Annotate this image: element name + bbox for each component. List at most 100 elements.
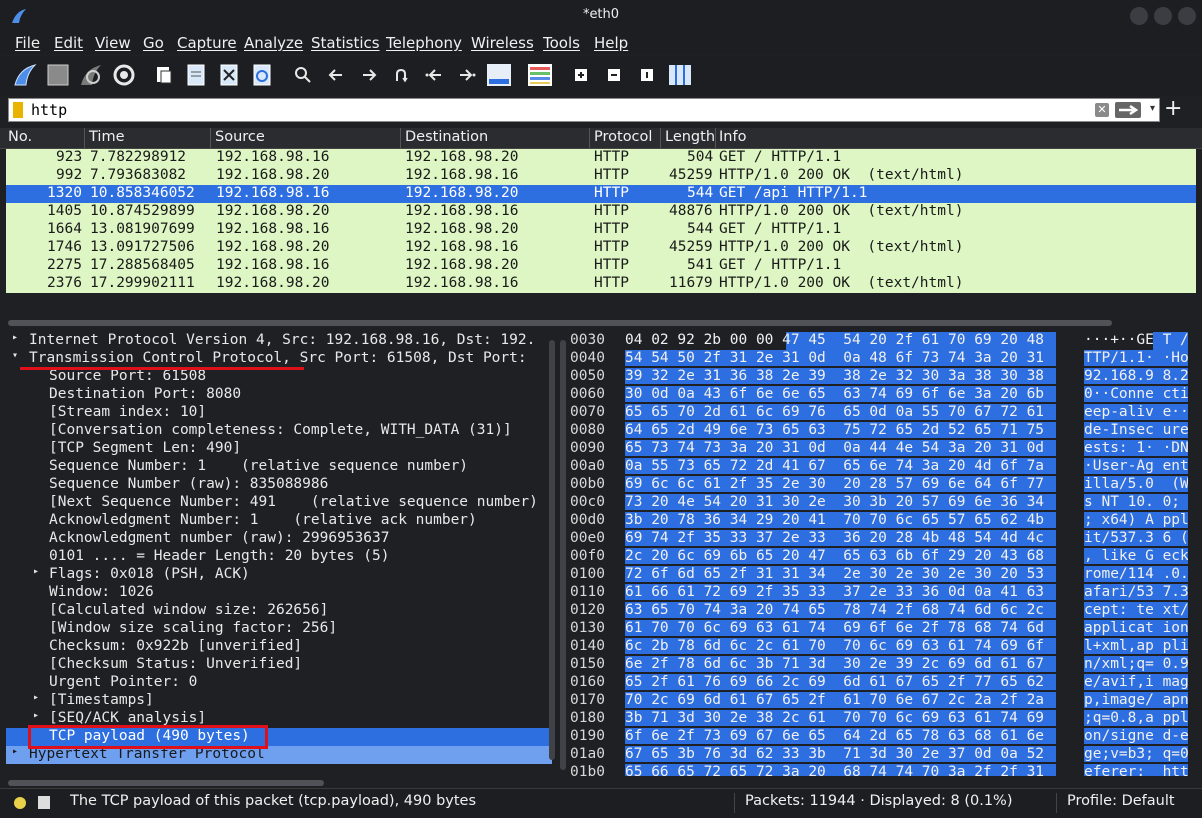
bytes-ascii[interactable]: ···+··GE T /api H: [1084, 332, 1188, 348]
menu-go[interactable]: Go: [143, 34, 164, 52]
bytes-row[interactable]: 00a0 0a 55 73 65 72 2d 41 67 65 6e 74 3a …: [566, 458, 1202, 476]
bytes-hex[interactable]: 6c 2b 78 6d 6c 2c 61 70 70 6c 69 63 61 7…: [625, 638, 1056, 654]
stop-capture-icon[interactable]: [45, 62, 71, 88]
bytes-ascii[interactable]: n/xml;q= 0.9,imag: [1084, 656, 1188, 672]
bytes-row[interactable]: 0150 6e 2f 78 6d 6c 3b 71 3d 30 2e 39 2c …: [566, 656, 1202, 674]
go-to-packet-icon[interactable]: [388, 62, 414, 88]
column-length[interactable]: Length: [665, 129, 715, 145]
bytes-ascii[interactable]: rome/114 .0.0.0 S: [1084, 566, 1188, 582]
bytes-hex[interactable]: 63 65 70 74 3a 20 74 65 78 74 2f 68 74 6…: [625, 602, 1056, 618]
packet-row[interactable]: 2376 17.299902111 192.168.98.20 192.168.…: [6, 275, 1196, 293]
bytes-ascii[interactable]: it/537.3 6 (KHTML: [1084, 530, 1188, 546]
bytes-row[interactable]: 0070 65 65 70 2d 61 6c 69 76 65 0d 0a 55 …: [566, 404, 1202, 422]
bytes-ascii[interactable]: eep-aliv e··Upgra: [1084, 404, 1188, 420]
tree-item[interactable]: Acknowledgment Number: 1 (relative ack n…: [6, 512, 552, 530]
bytes-row[interactable]: 0130 61 70 70 6c 69 63 61 74 69 6f 6e 2f …: [566, 620, 1202, 638]
bytes-hex[interactable]: 61 66 61 72 69 2f 35 33 37 2e 33 36 0d 0…: [625, 584, 1056, 600]
bytes-row[interactable]: 0180 3b 71 3d 30 2e 38 2c 61 70 70 6c 69 …: [566, 710, 1202, 728]
filter-history-dropdown-icon[interactable]: ▾: [1150, 103, 1155, 114]
bytes-hex[interactable]: 0a 55 73 65 72 2d 41 67 65 6e 74 3a 20 4…: [625, 458, 1056, 474]
start-capture-icon[interactable]: [12, 62, 38, 88]
menu-wireless[interactable]: Wireless: [471, 34, 534, 52]
tree-item[interactable]: [Next Sequence Number: 491 (relative seq…: [6, 494, 552, 512]
bytes-ascii[interactable]: ge;v=b3; q=0.7··R: [1084, 746, 1188, 762]
bytes-hex[interactable]: 61 70 70 6c 69 63 61 74 69 6f 6e 2f 78 6…: [625, 620, 1056, 636]
bytes-row[interactable]: 0190 6f 6e 2f 73 69 67 6e 65 64 2d 65 78 …: [566, 728, 1202, 746]
bytes-hex[interactable]: 69 74 2f 35 33 37 2e 33 36 20 28 4b 48 5…: [625, 530, 1056, 546]
tree-item[interactable]: [Calculated window size: 262656]: [6, 602, 552, 620]
zoom-out-icon[interactable]: [601, 62, 627, 88]
menu-analyze[interactable]: Analyze: [244, 34, 303, 52]
bytes-hex[interactable]: 69 6c 6c 61 2f 35 2e 30 20 28 57 69 6e 6…: [625, 476, 1056, 492]
bytes-ascii[interactable]: , like G ecko) Ch: [1084, 548, 1188, 564]
tree-item[interactable]: Acknowledgment number (raw): 2996953637: [6, 530, 552, 548]
tree-item[interactable]: 0101 .... = Header Length: 20 bytes (5): [6, 548, 552, 566]
edit-comment-icon[interactable]: [38, 796, 50, 809]
collapse-arrow-icon[interactable]: ▾: [12, 350, 18, 361]
minimize-button[interactable]: [1130, 7, 1148, 25]
bytes-hex[interactable]: 3b 20 78 36 34 29 20 41 70 70 6c 65 57 6…: [625, 512, 1056, 528]
bytes-row[interactable]: 0030 04 02 92 2b 00 00 47 45 54 20 2f 61 …: [566, 332, 1202, 350]
column-destination[interactable]: Destination: [405, 129, 488, 145]
bytes-hex[interactable]: 04 02 92 2b 00 00 47 45 54 20 2f 61 70 6…: [625, 332, 1056, 348]
bytes-hex[interactable]: 65 66 65 72 65 72 3a 20 68 74 74 70 3a 2…: [625, 764, 1056, 776]
tree-item[interactable]: Urgent Pointer: 0: [6, 674, 552, 692]
expert-info-icon[interactable]: [14, 797, 26, 809]
capture-options-icon[interactable]: [111, 62, 137, 88]
bytes-row[interactable]: 0050 39 32 2e 31 36 38 2e 39 38 2e 32 30 …: [566, 368, 1202, 386]
expand-arrow-icon[interactable]: ▸: [33, 692, 39, 703]
bytes-row[interactable]: 01b0 65 66 65 72 65 72 3a 20 68 74 74 70 …: [566, 764, 1202, 776]
bytes-ascii[interactable]: e/avif,i mage/web: [1084, 674, 1188, 690]
packet-row[interactable]: 2275 17.288568405 192.168.98.16 192.168.…: [6, 257, 1196, 275]
menu-statistics[interactable]: Statistics: [311, 34, 380, 52]
bytes-row[interactable]: 00b0 69 6c 6c 61 2f 35 2e 30 20 28 57 69 …: [566, 476, 1202, 494]
bytes-row[interactable]: 0060 30 0d 0a 43 6f 6e 6e 65 63 74 69 6f …: [566, 386, 1202, 404]
bytes-hex[interactable]: 54 54 50 2f 31 2e 31 0d 0a 48 6f 73 74 3…: [625, 350, 1056, 366]
tree-item[interactable]: Destination Port: 8080: [6, 386, 552, 404]
bytes-row[interactable]: 01a0 67 65 3b 76 3d 62 33 3b 71 3d 30 2e …: [566, 746, 1202, 764]
menu-telephony[interactable]: Telephony: [386, 34, 462, 52]
bytes-ascii[interactable]: TTP/1.1· ·Host: 1: [1084, 350, 1188, 366]
column-time[interactable]: Time: [89, 129, 125, 145]
tree-item[interactable]: Source Port: 61508: [6, 368, 552, 386]
tree-item[interactable]: [Checksum Status: Unverified]: [6, 656, 552, 674]
tree-item[interactable]: [Conversation completeness: Complete, WI…: [6, 422, 552, 440]
bytes-hex[interactable]: 6e 2f 78 6d 6c 3b 71 3d 30 2e 39 2c 69 6…: [625, 656, 1056, 672]
expand-arrow-icon[interactable]: ▸: [12, 746, 18, 757]
details-vertical-scrollbar[interactable]: [549, 340, 555, 760]
go-back-icon[interactable]: [323, 62, 349, 88]
filter-bookmark-icon[interactable]: [13, 102, 23, 118]
find-packet-icon[interactable]: [290, 62, 316, 88]
bytes-ascii[interactable]: l+xml,ap plicatio: [1084, 638, 1188, 654]
column-protocol[interactable]: Protocol: [594, 129, 652, 145]
bytes-ascii[interactable]: ests: 1· ·DNT: 1·: [1084, 440, 1188, 456]
bytes-hex[interactable]: 3b 71 3d 30 2e 38 2c 61 70 70 6c 69 63 6…: [625, 710, 1056, 726]
expand-arrow-icon[interactable]: ▸: [33, 710, 39, 721]
tree-item[interactable]: [TCP Segment Len: 490]: [6, 440, 552, 458]
packet-row[interactable]: 1664 13.081907699 192.168.98.16 192.168.…: [6, 221, 1196, 239]
resize-columns-icon[interactable]: [667, 62, 693, 88]
normal-size-icon[interactable]: [634, 62, 660, 88]
tree-item-flags[interactable]: ▸ Flags: 0x018 (PSH, ACK): [6, 566, 552, 584]
tree-item[interactable]: Window: 1026: [6, 584, 552, 602]
bytes-row[interactable]: 0080 64 65 2d 49 6e 73 65 63 75 72 65 2d …: [566, 422, 1202, 440]
tree-item[interactable]: [Stream index: 10]: [6, 404, 552, 422]
bytes-ascii[interactable]: ;q=0.8,a pplicati: [1084, 710, 1188, 726]
column-source[interactable]: Source: [215, 129, 265, 145]
menu-help[interactable]: Help: [594, 34, 628, 52]
bytes-row[interactable]: 00f0 2c 20 6c 69 6b 65 20 47 65 63 6b 6f …: [566, 548, 1202, 566]
menu-view[interactable]: View: [95, 34, 131, 52]
menu-tools[interactable]: Tools: [543, 34, 580, 52]
last-packet-icon[interactable]: [454, 62, 480, 88]
bytes-hex[interactable]: 2c 20 6c 69 6b 65 20 47 65 63 6b 6f 29 2…: [625, 548, 1056, 564]
tree-item-tcp[interactable]: ▾ Transmission Control Protocol, Src Port…: [6, 350, 552, 368]
packet-row-selected[interactable]: 1320 10.858346052 192.168.98.16 192.168.…: [6, 185, 1196, 203]
bytes-ascii[interactable]: cept: te xt/html,: [1084, 602, 1188, 618]
tree-item[interactable]: Sequence Number: 1 (relative sequence nu…: [6, 458, 552, 476]
close-file-icon[interactable]: [216, 62, 242, 88]
bytes-row[interactable]: 0160 65 2f 61 76 69 66 2c 69 6d 61 67 65 …: [566, 674, 1202, 692]
zoom-in-icon[interactable]: [568, 62, 594, 88]
bytes-ascii[interactable]: applicat ion/xhtm: [1084, 620, 1188, 636]
bytes-row[interactable]: 00c0 73 20 4e 54 20 31 30 2e 30 3b 20 57 …: [566, 494, 1202, 512]
bytes-ascii[interactable]: 92.168.9 8.20:808: [1084, 368, 1188, 384]
